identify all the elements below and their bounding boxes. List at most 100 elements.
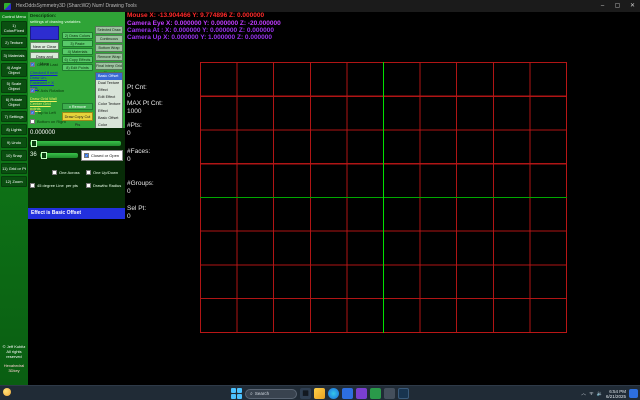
sidebar-item-rotate-object[interactable]: 6) Rotate Object [1, 95, 27, 109]
closed-or-open-checkbox[interactable] [84, 153, 89, 158]
app-icon-1[interactable] [356, 388, 367, 399]
search-label: Search [255, 391, 269, 396]
menu-item-dual-texture-effect[interactable]: Dual Texture Effect [96, 80, 122, 94]
one-across-checkbox[interactable] [52, 170, 57, 175]
sidebar-item-grid-or-pt[interactable]: 11) Grid or Pt [1, 163, 27, 174]
clock-time: 6:54 PM [606, 389, 626, 394]
windows-taskbar: ⌕ Search ▦ ︿ ᯤ 🔉 6:54 PM 6/21/2025 [0, 385, 640, 400]
remove-wrap-update-item[interactable]: Remove Wrap Update [95, 53, 123, 61]
task-view-icon[interactable]: ▦ [300, 388, 311, 399]
edge-browser-icon[interactable] [328, 388, 339, 399]
grid-to-last-checkbox[interactable] [30, 62, 35, 67]
deg45-checkbox[interactable] [30, 183, 35, 188]
sidebar-item-undo[interactable]: 9) Undo [1, 137, 27, 148]
one-across-label: One Across [59, 170, 80, 175]
sidebar-item-color-fixed[interactable]: 1) Color/Fixed [1, 21, 27, 35]
description-label: Description: [30, 13, 56, 18]
grid-to-last-row[interactable]: Grid to Last [30, 62, 58, 67]
one-updown-checkbox[interactable] [86, 170, 91, 175]
bottom-on-right-checkbox[interactable] [30, 119, 35, 124]
draw-colors-button[interactable]: 2) Draw Colors [62, 32, 93, 39]
window-controls: – ▢ ✕ [595, 0, 640, 12]
app-icon-3[interactable] [384, 388, 395, 399]
top-to-left-row[interactable]: Top to Left [30, 110, 56, 115]
drawing-settings-panel: Description: settings of drawing variabl… [28, 12, 125, 385]
stat-pt-cnt-label: Pt Cnt: [127, 84, 147, 92]
unfastened-note-link[interactable]: Checked if next Draw Un-Fastened + X Axi… [30, 70, 60, 90]
one-across-row[interactable]: One Across [52, 170, 80, 175]
draw-and-more-button[interactable]: Draw and More [30, 52, 59, 59]
one-updown-row[interactable]: One Up/Down [86, 170, 118, 175]
paste-button[interactable]: 3) Paste [62, 40, 93, 47]
color-swatch[interactable] [30, 26, 59, 40]
menu-item-color-texture-effect[interactable]: Color Texture Effect [96, 101, 122, 115]
closed-or-open-box[interactable]: Closed or Open [81, 150, 123, 161]
per-pts-label: per pts [66, 183, 78, 188]
final-interp-grid-closed-item[interactable]: Final Interp Grid Closed [95, 62, 123, 70]
drawthc-radius-checkbox[interactable] [86, 183, 91, 188]
system-tray: ︿ ᯤ 🔉 6:54 PM 6/21/2025 [581, 386, 638, 400]
bottom-on-right-row[interactable]: Bottom on Right [30, 119, 66, 124]
selected-draw-update-item[interactable]: Selected Draw Update [95, 26, 123, 34]
new-or-clear-button[interactable]: New or Clear [30, 42, 59, 50]
continuous-item[interactable]: Continuous [95, 35, 123, 43]
sidebar-item-zoom[interactable]: 12) Zoom [1, 176, 27, 187]
menu-item-basic-offset[interactable]: Basic Offset [96, 73, 122, 80]
drawing-canvas[interactable]: Mouse X: -13.904466 Y: 9.774896 Z: 0.000… [125, 12, 640, 385]
app-icon-2[interactable] [370, 388, 381, 399]
menu-item-edit-effect[interactable]: Edit Effect [96, 94, 122, 101]
secondary-slider[interactable] [40, 153, 78, 158]
clock-date: 6/21/2025 [606, 394, 626, 399]
active-app-icon[interactable] [398, 388, 409, 399]
sidebar-item-scale-object[interactable]: 5) Scale Object [1, 79, 27, 93]
x-axis-rotation-row[interactable]: X Axis Rotation [30, 88, 64, 93]
deg45-row[interactable]: 45 degree Line per pts [30, 183, 78, 188]
stat-faces-label: #Faces: [127, 148, 150, 156]
weather-icon [3, 388, 11, 396]
one-updown-label: One Up/Down [93, 170, 118, 175]
file-explorer-icon[interactable] [314, 388, 325, 399]
top-to-left-checkbox[interactable] [30, 110, 35, 115]
notification-center-button[interactable] [629, 389, 638, 398]
sidebar-item-lights[interactable]: 8) Lights [1, 124, 27, 135]
minimize-button[interactable]: – [595, 0, 610, 12]
copy-effects-button[interactable]: 6) Copy Effects [62, 56, 93, 63]
close-button[interactable]: ✕ [625, 0, 640, 12]
value-field[interactable]: 0.000000 [30, 130, 90, 136]
control-menu-sidebar: Control Menu 1) Color/Fixed 2) Texture 3… [0, 12, 28, 385]
taskbar-clock[interactable]: 6:54 PM 6/21/2025 [606, 389, 626, 399]
drawthc-radius-row[interactable]: Drawthc Radius [86, 183, 121, 188]
weather-widget[interactable] [3, 388, 11, 396]
x-axis-rotation-checkbox[interactable] [30, 88, 35, 93]
closed-or-open-label: Closed or Open [91, 153, 119, 158]
sidebar-item-settings[interactable]: 7) Settings [1, 111, 27, 122]
tray-overflow-chevron-icon[interactable]: ︿ [581, 390, 586, 397]
main-slider-handle[interactable] [31, 140, 37, 147]
effect-dropdown-menu: Basic Offset Dual Texture Effect Edit Ef… [95, 72, 123, 130]
remove-button[interactable]: x Remove [62, 103, 93, 110]
description-text: settings of drawing variables [30, 19, 80, 24]
draw-copy-cut-pts-button[interactable]: Draw Copy Cut Pts [62, 112, 93, 121]
taskbar-center-icons: ⌕ Search ▦ [231, 386, 409, 400]
stat-pt-cnt-value: 0 [127, 92, 147, 100]
store-icon[interactable] [342, 388, 353, 399]
mouse-coords-readout: Mouse X: -13.904466 Y: 9.774896 Z: 0.000… [127, 12, 264, 19]
main-slider[interactable] [30, 141, 121, 146]
start-button[interactable] [231, 388, 242, 399]
network-icon[interactable]: ᯤ [589, 391, 594, 397]
stat-groups: #Groups: 0 [127, 180, 154, 196]
maximize-button[interactable]: ▢ [610, 0, 625, 12]
menu-item-basic-offset-color[interactable]: Basic Offset Color [96, 115, 122, 129]
sidebar-item-angle-object[interactable]: 4) Angle Object [1, 63, 27, 77]
sidebar-item-materials[interactable]: 3) Materials [1, 50, 27, 61]
sidebar-item-texture[interactable]: 2) Texture [1, 37, 27, 48]
taskbar-search[interactable]: ⌕ Search [245, 389, 297, 399]
volume-icon[interactable]: 🔉 [597, 391, 603, 397]
draw-grid-wall-link[interactable]: Draw Grid Wall Center Grid points [30, 96, 60, 111]
edit-points-button[interactable]: 8) Edit Points [62, 64, 93, 71]
sidebar-item-snap[interactable]: 10) Snap [1, 150, 27, 161]
secondary-slider-handle[interactable] [41, 152, 47, 159]
stat-max-pt-cnt: MAX Pt Cnt: 1000 [127, 100, 163, 116]
materials-button[interactable]: 4) Materials [62, 48, 93, 55]
bottom-wrap-update-item[interactable]: Bottom Wrap Update [95, 44, 123, 52]
